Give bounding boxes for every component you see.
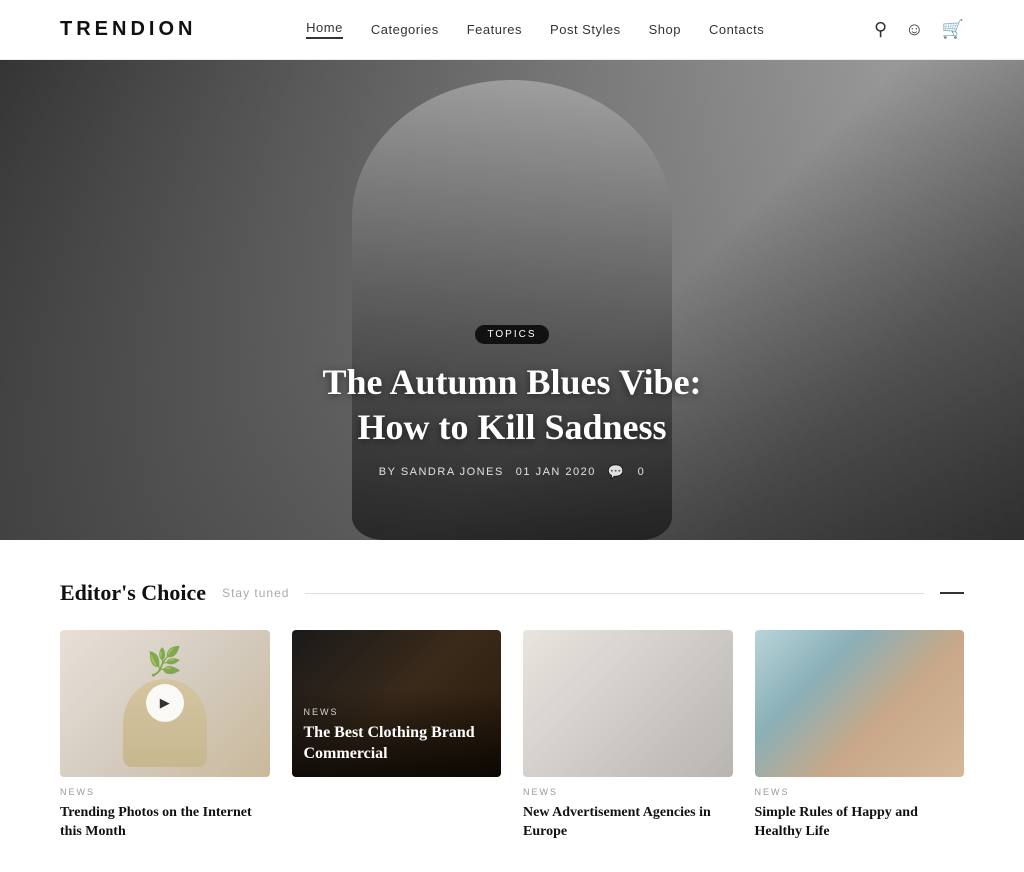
card-3: NEWS New Advertisement Agencies in Europ… <box>523 630 733 842</box>
nav-home[interactable]: Home <box>306 20 343 39</box>
editors-choice-section: Editor's Choice Stay tuned ▶ NEWS Trendi… <box>0 540 1024 872</box>
card-3-title[interactable]: New Advertisement Agencies in Europe <box>523 803 733 842</box>
card-2-overlay-title[interactable]: The Best Clothing Brand Commercial <box>304 723 490 765</box>
card-2-overlay-badge: NEWS <box>304 707 490 717</box>
card-4: NEWS Simple Rules of Happy and Healthy L… <box>755 630 965 842</box>
user-icon[interactable]: ☺ <box>905 19 923 40</box>
cart-icon[interactable]: 🛒 <box>942 19 964 40</box>
card-1: ▶ NEWS Trending Photos on the Internet t… <box>60 630 270 842</box>
hero-title: The Autumn Blues Vibe:How to Kill Sadnes… <box>322 360 701 450</box>
hero-badge[interactable]: TOPICS <box>475 325 548 344</box>
hero-comments: 0 <box>638 466 646 478</box>
nav-categories[interactable]: Categories <box>371 22 439 37</box>
card-3-badge: NEWS <box>523 787 733 797</box>
hero-meta: BY SANDRA JONES 01 JAN 2020 💬 0 <box>322 464 701 480</box>
editors-divider <box>305 593 924 594</box>
editors-choice-title: Editor's Choice <box>60 580 206 606</box>
card-2-overlay: NEWS The Best Clothing Brand Commercial <box>292 630 502 777</box>
main-nav: Home Categories Features Post Styles Sho… <box>306 20 764 39</box>
nav-features[interactable]: Features <box>467 22 522 37</box>
card-2-image-wrapper[interactable]: NEWS The Best Clothing Brand Commercial <box>292 630 502 777</box>
card-2: NEWS The Best Clothing Brand Commercial <box>292 630 502 842</box>
hero-content: TOPICS The Autumn Blues Vibe:How to Kill… <box>322 324 701 540</box>
cards-grid: ▶ NEWS Trending Photos on the Internet t… <box>60 630 964 842</box>
card-3-image-wrapper[interactable] <box>523 630 733 777</box>
nav-post-styles[interactable]: Post Styles <box>550 22 621 37</box>
nav-shop[interactable]: Shop <box>649 22 681 37</box>
nav-contacts[interactable]: Contacts <box>709 22 764 37</box>
comment-icon: 💬 <box>608 464 626 480</box>
editors-header: Editor's Choice Stay tuned <box>60 580 964 606</box>
site-logo[interactable]: TRENDION <box>60 18 196 41</box>
hero-date: 01 JAN 2020 <box>516 466 596 478</box>
card-4-image-wrapper[interactable] <box>755 630 965 777</box>
card-4-image <box>755 630 965 777</box>
hero-section: TOPICS The Autumn Blues Vibe:How to Kill… <box>0 60 1024 540</box>
editors-choice-subtitle: Stay tuned <box>222 586 289 600</box>
header-icons: ⚲ ☺ 🛒 <box>874 19 964 40</box>
editors-dash <box>940 592 964 594</box>
card-1-image-wrapper[interactable]: ▶ <box>60 630 270 777</box>
card-1-badge: NEWS <box>60 787 270 797</box>
play-button[interactable]: ▶ <box>146 684 184 722</box>
card-1-title[interactable]: Trending Photos on the Internet this Mon… <box>60 803 270 842</box>
site-header: TRENDION Home Categories Features Post S… <box>0 0 1024 60</box>
search-icon[interactable]: ⚲ <box>874 19 887 40</box>
card-3-image <box>523 630 733 777</box>
card-4-title[interactable]: Simple Rules of Happy and Healthy Life <box>755 803 965 842</box>
hero-author: BY SANDRA JONES <box>379 466 504 478</box>
card-4-badge: NEWS <box>755 787 965 797</box>
